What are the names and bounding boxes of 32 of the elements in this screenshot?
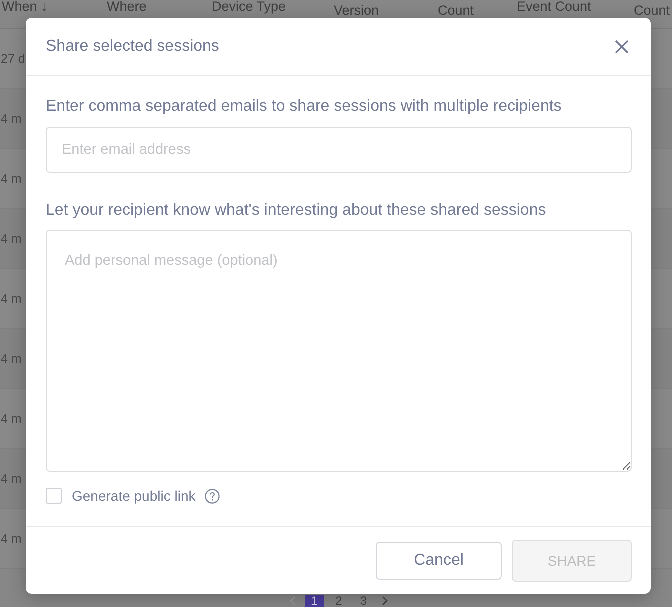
message-field[interactable]: Add personal message (optional) — [46, 230, 632, 472]
table-cell: 27 d — [1, 52, 26, 66]
column-header[interactable]: Count — [634, 4, 670, 18]
table-cell: 4 m — [1, 292, 22, 306]
close-icon — [615, 40, 629, 54]
column-header[interactable]: When ↓ — [2, 0, 48, 14]
help-icon[interactable] — [204, 488, 220, 504]
email-label: Enter comma separated emails to share sessions with multiple recipients — [46, 97, 563, 117]
close-button[interactable] — [615, 40, 629, 54]
table-cell: 4 m — [1, 412, 22, 426]
message-label: Let your recipient know what's interesting about these shared sessions — [46, 201, 548, 221]
table-cell: 4 m — [1, 532, 22, 546]
table-cell: 4 m — [1, 172, 22, 186]
dialog-title: Share selected sessions — [46, 38, 220, 56]
table-cell: 4 m — [1, 232, 22, 246]
email-field[interactable]: Enter email address — [46, 127, 632, 173]
table-cell: 4 m — [1, 472, 22, 486]
page-button[interactable]: 1 — [304, 595, 324, 607]
page-button[interactable]: 2 — [330, 595, 348, 607]
cancel-button[interactable]: Cancel — [376, 542, 502, 580]
chevron-left-icon — [290, 596, 296, 606]
column-header[interactable]: Version — [334, 4, 380, 18]
table-cell: 4 m — [1, 112, 22, 126]
chevron-right-icon — [382, 596, 388, 606]
column-header[interactable]: Device Type — [212, 0, 286, 14]
column-header[interactable]: Event Count — [517, 0, 592, 14]
page-button[interactable]: 3 — [354, 595, 374, 607]
column-header[interactable]: Where — [107, 0, 147, 14]
public-link-label: Generate public link — [72, 488, 196, 504]
column-header[interactable]: Count — [438, 4, 474, 18]
public-link-checkbox[interactable] — [46, 488, 62, 504]
table-cell: 4 m — [1, 352, 22, 366]
